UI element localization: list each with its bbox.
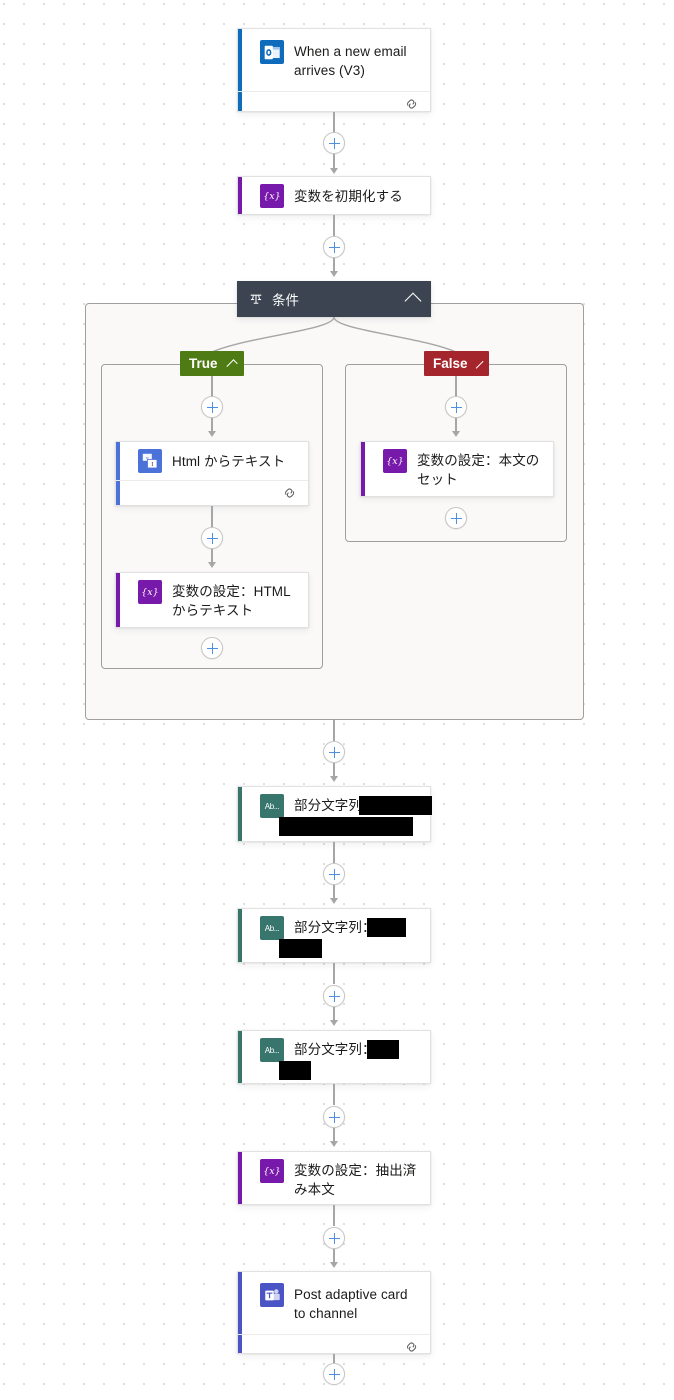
text-function-glyph: Ab... xyxy=(264,801,280,811)
connector-line xyxy=(333,1084,335,1105)
node-title: 部分文字列： xyxy=(279,794,432,836)
node-title: 部分文字列： xyxy=(279,1038,420,1080)
connector-arrow xyxy=(207,431,216,437)
node-substring-3[interactable]: Ab... 部分文字列： xyxy=(237,1030,431,1084)
text-function-glyph: Ab... xyxy=(264,923,280,933)
teams-icon xyxy=(260,1283,284,1307)
node-footer xyxy=(116,480,308,507)
branch-label-true[interactable]: True xyxy=(180,351,244,376)
redacted-text-bar xyxy=(359,796,432,815)
node-title: Post adaptive card to channel xyxy=(294,1287,408,1321)
variable-icon: {x} xyxy=(138,580,162,604)
redacted-text-bar xyxy=(279,1061,311,1080)
add-step-button-7[interactable] xyxy=(323,1227,345,1249)
flow-canvas: When a new email arrives (V3) {x} 変数を初期化… xyxy=(0,0,674,1400)
add-step-button-3[interactable] xyxy=(323,741,345,763)
node-header: Ab... 部分文字列： xyxy=(238,1031,430,1080)
text-function-icon: Ab... xyxy=(260,1038,284,1062)
node-title: 変数の設定：HTMLからテキスト xyxy=(172,584,291,618)
chain-link-icon[interactable] xyxy=(404,1339,420,1355)
connector-line xyxy=(211,506,213,527)
connector-line xyxy=(333,1354,335,1363)
node-accent-bar xyxy=(238,909,242,962)
node-header: {x} 変数の設定：抽出済み本文 xyxy=(238,1152,430,1206)
node-title-text: 部分文字列： xyxy=(294,920,376,935)
connector-arrow xyxy=(329,1020,338,1026)
add-step-button-4[interactable] xyxy=(323,863,345,885)
add-step-button-8[interactable] xyxy=(323,1363,345,1385)
add-step-button-true-1[interactable] xyxy=(201,396,223,418)
chain-link-icon[interactable] xyxy=(282,485,298,501)
html-to-text-icon: w I xyxy=(138,449,162,473)
connector-arrow xyxy=(329,776,338,782)
chevron-up-icon[interactable] xyxy=(225,359,238,371)
add-step-button-6[interactable] xyxy=(323,1106,345,1128)
branch-false-text: False xyxy=(433,356,468,371)
connector-arrow xyxy=(451,431,460,437)
node-substring-2[interactable]: Ab... 部分文字列： xyxy=(237,908,431,963)
variable-icon: {x} xyxy=(383,449,407,473)
connector-line xyxy=(333,1205,335,1226)
node-title: 変数の設定：抽出済み本文 xyxy=(294,1163,417,1197)
connector-line xyxy=(333,720,335,741)
node-set-variable-body[interactable]: {x} 変数の設定：本文のセット xyxy=(360,441,554,497)
text-function-icon: Ab... xyxy=(260,916,284,940)
node-title: 変数の設定：本文のセット xyxy=(417,453,540,487)
node-header: w I Html からテキスト xyxy=(116,442,308,480)
text-function-icon: Ab... xyxy=(260,794,284,818)
svg-text:I: I xyxy=(151,462,153,468)
add-step-button-true-3[interactable] xyxy=(201,637,223,659)
connector-arrow xyxy=(329,1262,338,1268)
add-step-button-true-2[interactable] xyxy=(201,527,223,549)
variable-icon: {x} xyxy=(260,1159,284,1183)
node-substring-1[interactable]: Ab... 部分文字列： xyxy=(237,786,432,842)
node-title-text: 部分文字列： xyxy=(294,1042,376,1057)
node-title: Html からテキスト xyxy=(172,454,286,469)
branch-true-text: True xyxy=(189,356,218,371)
node-accent-bar xyxy=(238,787,242,841)
node-accent-bar xyxy=(361,442,365,496)
node-set-variable-extracted-body[interactable]: {x} 変数の設定：抽出済み本文 xyxy=(237,1151,431,1205)
node-accent-bar xyxy=(116,573,120,627)
node-header: Post adaptive card to channel xyxy=(238,1272,430,1334)
redacted-text-bar xyxy=(279,939,322,958)
add-step-button-false-1[interactable] xyxy=(445,396,467,418)
connector-line xyxy=(455,376,457,397)
node-header: Ab... 部分文字列： xyxy=(238,787,432,836)
connector-line xyxy=(211,376,213,397)
connector-arrow xyxy=(329,898,338,904)
redacted-text-bar xyxy=(367,1040,399,1059)
node-set-variable-html-to-text[interactable]: {x} 変数の設定：HTMLからテキスト xyxy=(115,572,309,628)
add-step-button-false-2[interactable] xyxy=(445,507,467,529)
connector-arrow xyxy=(207,562,216,568)
add-step-button-5[interactable] xyxy=(323,985,345,1007)
branch-label-false[interactable]: False xyxy=(424,351,489,376)
redacted-text-bar xyxy=(279,817,413,836)
connector-line xyxy=(333,842,335,863)
chevron-up-icon[interactable] xyxy=(475,360,484,370)
text-function-glyph: Ab... xyxy=(264,1045,280,1055)
node-accent-bar xyxy=(238,1152,242,1204)
connector-line xyxy=(333,963,335,984)
node-html-to-text[interactable]: w I Html からテキスト xyxy=(115,441,309,506)
redacted-text-bar xyxy=(367,918,406,937)
node-post-adaptive-card-to-channel[interactable]: Post adaptive card to channel xyxy=(237,1271,431,1354)
connector-arrow xyxy=(329,1141,338,1147)
node-accent-bar xyxy=(238,1031,242,1083)
node-header: Ab... 部分文字列： xyxy=(238,909,430,958)
node-title: 部分文字列： xyxy=(279,916,420,958)
node-header: {x} 変数の設定：本文のセット xyxy=(361,442,553,496)
node-header: {x} 変数の設定：HTMLからテキスト xyxy=(116,573,308,627)
